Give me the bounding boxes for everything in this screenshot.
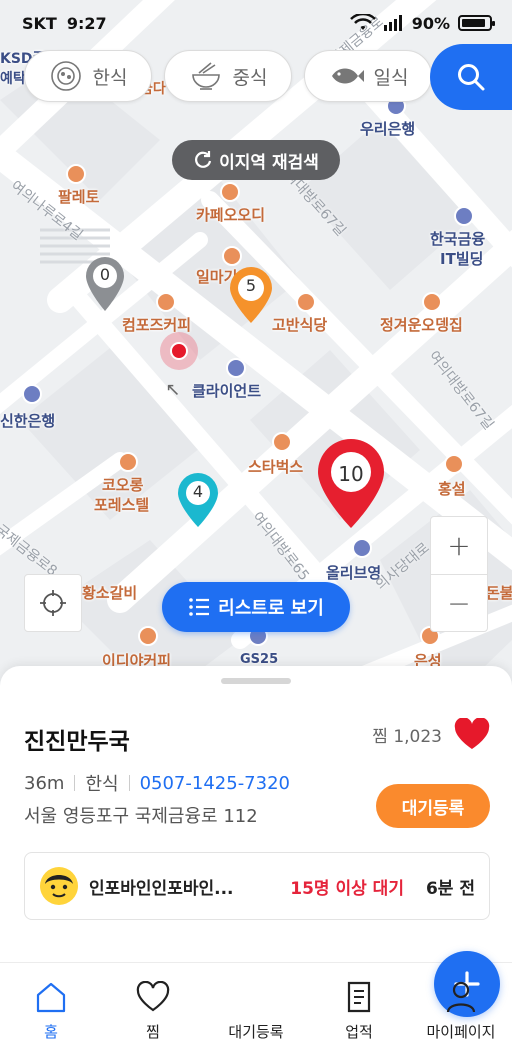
shop-icon xyxy=(352,538,372,558)
poi-gs25[interactable]: GS25 xyxy=(240,652,278,667)
research-label: 이지역 재검색 xyxy=(219,152,319,173)
poi-coorong-2: 포레스텔 xyxy=(94,496,150,514)
poi-client[interactable]: 클라이언트 xyxy=(192,380,261,401)
signal-icon xyxy=(383,15,402,31)
tab-favorites[interactable]: 찜 xyxy=(108,963,198,1052)
current-location-marker xyxy=(160,332,198,370)
store-category: 한식 xyxy=(85,774,119,795)
restaurant-icon xyxy=(444,454,464,474)
activity-time: 6분 전 xyxy=(425,878,475,899)
cafe-icon xyxy=(156,292,176,312)
store-address: 서울 영등포구 국제금융로 112 xyxy=(24,806,258,827)
battery-icon xyxy=(458,15,495,31)
restaurant-icon xyxy=(66,164,86,184)
battery-percent: 90% xyxy=(411,13,450,33)
carrier: SKT xyxy=(22,13,57,33)
poi-woori[interactable]: 우리은행 xyxy=(360,118,415,139)
poi-shinhan[interactable]: 신한은행 xyxy=(0,410,55,431)
search-button[interactable] xyxy=(430,44,512,110)
bottom-tab-bar: 홈 찜 대기등록 업적 마이페이지 xyxy=(0,951,512,1052)
fish-icon xyxy=(331,68,364,84)
divider xyxy=(74,775,76,791)
tab-achievements[interactable]: 업적 xyxy=(314,963,404,1052)
tab-label: 마이페이지 xyxy=(426,1023,496,1041)
poi-korea-finance-2: IT빌딩 xyxy=(440,250,484,268)
map-pin-count-0[interactable]: 0 xyxy=(84,256,126,312)
status-bar: SKT 9:27 90% xyxy=(0,0,512,46)
category-label: 일식 xyxy=(373,66,409,89)
crosshair-icon xyxy=(40,590,66,616)
favorite-count: 찜 1,023 xyxy=(372,726,442,747)
cafe-icon xyxy=(138,626,158,646)
home-icon xyxy=(36,982,66,1013)
store-phone-link[interactable]: 0507-1425-7320 xyxy=(140,773,290,794)
poi-korea-finance[interactable]: 한국금융 xyxy=(430,228,485,249)
tab-label: 찜 xyxy=(146,1023,160,1041)
zoom-in-button[interactable]: + xyxy=(431,517,487,574)
category-chip-chinese[interactable]: 중식 xyxy=(164,50,292,102)
heart-icon[interactable] xyxy=(454,718,490,750)
category-chip-japanese[interactable]: 일식 xyxy=(304,50,432,102)
cafe-icon xyxy=(220,182,240,202)
category-label: 중식 xyxy=(232,66,268,89)
bibimbap-icon xyxy=(50,61,81,91)
building-icon xyxy=(226,358,246,378)
map-pin-count-4[interactable]: 4 xyxy=(176,472,220,528)
zoom-out-button[interactable]: − xyxy=(431,574,487,631)
bank-icon xyxy=(22,384,42,404)
building-icon xyxy=(118,452,138,472)
tab-home[interactable]: 홈 xyxy=(6,963,96,1052)
poi-kapeodi[interactable]: 카페오오디 xyxy=(196,204,265,225)
category-label: 한식 xyxy=(92,66,128,89)
zoom-controls: + − xyxy=(430,516,488,632)
search-icon xyxy=(458,64,485,91)
category-chip-korean[interactable]: 한식 xyxy=(24,50,152,102)
building-icon xyxy=(454,206,474,226)
person-icon xyxy=(446,981,476,1013)
tab-label: 업적 xyxy=(345,1023,373,1041)
restaurant-icon xyxy=(222,246,242,266)
cafe-icon xyxy=(272,432,292,452)
restaurant-icon xyxy=(296,292,316,312)
favorite-section: 찜 1,023 xyxy=(372,718,490,750)
map-pin-count-5[interactable]: 5 xyxy=(228,266,274,324)
tab-label: 대기등록 xyxy=(228,1023,284,1041)
store-distance: 36m xyxy=(24,772,65,794)
poi-palleto[interactable]: 팔레토 xyxy=(58,186,99,207)
store-name[interactable]: 진진만두국 xyxy=(24,722,130,756)
activity-status: 15명 이상 대기 xyxy=(290,878,404,899)
scroll-icon xyxy=(347,981,371,1013)
recent-activity-card[interactable]: 인포바인인포바인... 15명 이상 대기 6분 전 xyxy=(24,852,490,920)
poi-ksd-2: 예탁 xyxy=(0,71,26,87)
heart-outline-icon xyxy=(136,981,170,1012)
poi-gobansikdang[interactable]: 고반식당 xyxy=(272,314,327,335)
tab-my-page[interactable]: 마이페이지 xyxy=(416,963,506,1052)
register-wait-button[interactable]: 대기등록 xyxy=(376,784,490,828)
restaurant-icon xyxy=(422,292,442,312)
tab-label: 홈 xyxy=(44,1023,58,1041)
map-pin-count-10[interactable]: 10 xyxy=(316,438,386,530)
tab-register-wait[interactable]: 대기등록 xyxy=(211,951,500,1052)
poi-jeonggyeok[interactable]: 정겨운오뎅집 xyxy=(380,314,463,335)
poi-galbi[interactable]: 황소갈비 xyxy=(82,582,137,603)
poi-hongseol[interactable]: 홍설 xyxy=(438,478,466,499)
research-area-button[interactable]: 이지역 재검색 xyxy=(172,140,340,180)
avatar xyxy=(40,867,78,905)
wifi-icon xyxy=(349,14,376,30)
list-view-label: 리스트로 보기 xyxy=(218,598,324,619)
category-filter: 한식 중식 일식 xyxy=(24,50,432,102)
noodle-bowl-icon xyxy=(191,62,220,90)
list-view-button[interactable]: 리스트로 보기 xyxy=(162,582,350,632)
poi-starbucks[interactable]: 스타벅스 xyxy=(248,456,303,477)
store-meta: 36m 한식 0507-1425-7320 xyxy=(24,770,290,796)
activity-user: 인포바인인포바인... xyxy=(89,878,234,899)
poi-coorong[interactable]: 코오롱 xyxy=(102,474,143,495)
sheet-handle[interactable] xyxy=(221,678,291,684)
list-icon xyxy=(189,598,210,616)
clock: 9:27 xyxy=(66,13,107,33)
poi-donbul[interactable]: 돈불 xyxy=(486,582,512,603)
my-location-button[interactable] xyxy=(24,574,82,632)
divider xyxy=(128,775,130,791)
refresh-icon xyxy=(195,151,212,168)
